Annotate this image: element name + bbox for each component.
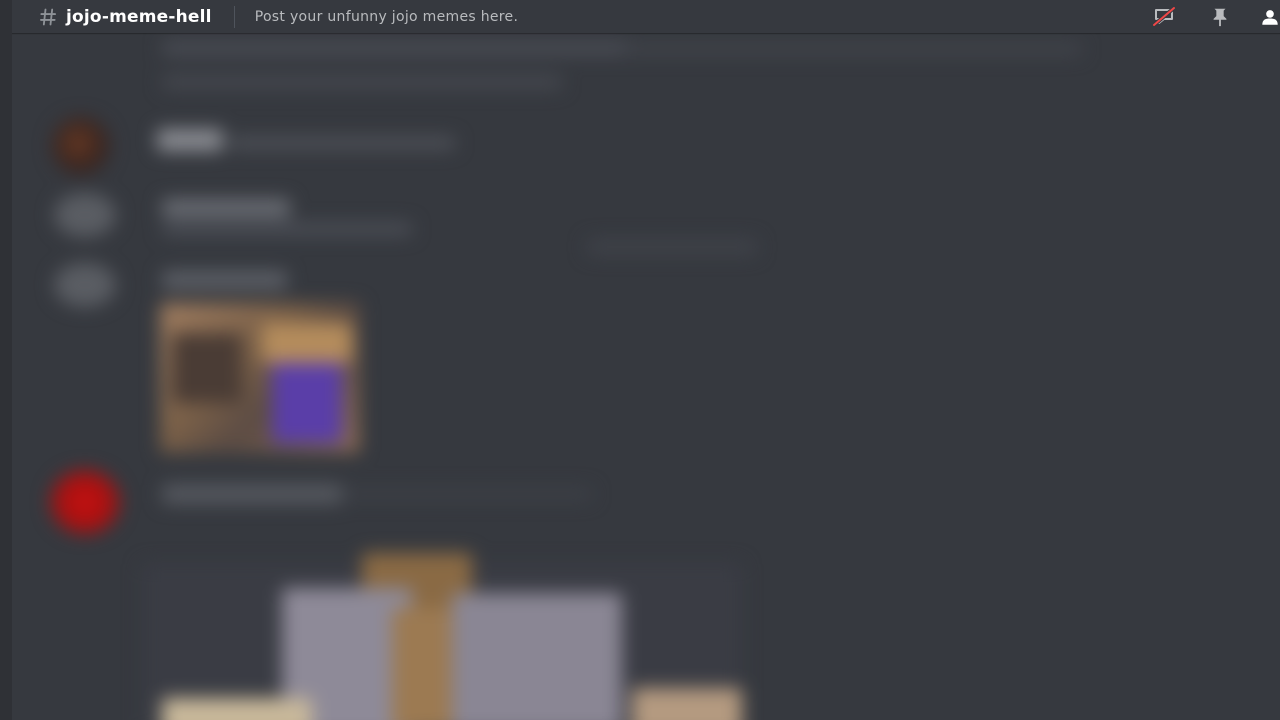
hash-icon [36, 5, 60, 29]
username [157, 129, 223, 151]
username [162, 199, 290, 217]
message-list[interactable] [12, 33, 1280, 720]
message-text-line [342, 488, 592, 500]
message-text-line [162, 41, 632, 55]
member-list-icon[interactable] [1260, 3, 1280, 31]
channel-header: jojo-meme-hell Post your unfunny jojo me… [12, 0, 1280, 33]
pin-icon[interactable] [1206, 3, 1234, 31]
message-text-line [162, 223, 412, 235]
username [162, 271, 287, 289]
username [162, 484, 342, 504]
message-text-line [622, 43, 1082, 55]
header-toolbar [1150, 0, 1280, 33]
image-attachment-detail [172, 333, 242, 403]
avatar [52, 117, 110, 175]
image-attachment-detail [162, 698, 312, 720]
message-text-line [587, 239, 757, 255]
avatar [54, 263, 116, 307]
image-attachment-detail [262, 323, 352, 363]
sidebar-edge [0, 0, 12, 720]
image-attachment-detail [452, 593, 622, 720]
message-text-line [162, 75, 562, 89]
channel-topic[interactable]: Post your unfunny jojo memes here. [255, 9, 519, 25]
image-attachment-detail [272, 363, 342, 443]
notification-muted-icon[interactable] [1150, 3, 1178, 31]
channel-name: jojo-meme-hell [66, 6, 212, 27]
blurred-messages [12, 33, 1280, 720]
image-attachment-detail [632, 688, 742, 720]
avatar [54, 193, 116, 237]
chat-window: jojo-meme-hell Post your unfunny jojo me… [0, 0, 1280, 720]
avatar [50, 470, 120, 534]
image-attachment-detail [392, 608, 452, 720]
timestamp [230, 137, 455, 149]
header-divider [233, 5, 235, 28]
